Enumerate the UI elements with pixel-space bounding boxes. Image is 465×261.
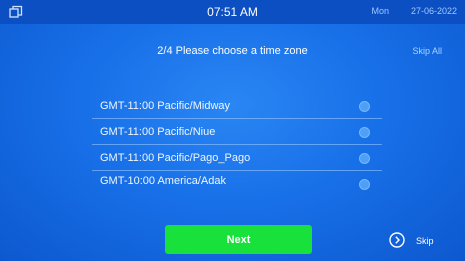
skip-button[interactable]: Skip [416, 236, 434, 246]
timezone-list[interactable]: GMT-11:00 Pacific/Midway GMT-11:00 Pacif… [92, 93, 382, 195]
list-item[interactable]: GMT-11:00 Pacific/Niue [92, 119, 382, 145]
radio-button[interactable] [359, 153, 370, 164]
setup-screen: 07:51 AM Mon 27-06-2022 2/4 Please choos… [0, 0, 465, 261]
timezone-label: GMT-11:00 Pacific/Niue [100, 126, 216, 138]
radio-button[interactable] [359, 127, 370, 138]
status-day: Mon [371, 6, 389, 16]
status-bar: 07:51 AM Mon 27-06-2022 [0, 0, 465, 24]
status-time: 07:51 AM [207, 5, 258, 19]
status-date: 27-06-2022 [410, 6, 457, 16]
list-item[interactable]: GMT-10:00 America/Adak [92, 171, 382, 195]
skip-all-button[interactable]: Skip All [412, 46, 442, 56]
timezone-label: GMT-11:00 Pacific/Midway [100, 100, 231, 112]
page-title: 2/4 Please choose a time zone [157, 45, 308, 57]
timezone-label: GMT-10:00 America/Adak [100, 175, 226, 187]
list-item[interactable]: GMT-11:00 Pacific/Midway [92, 93, 382, 119]
list-item[interactable]: GMT-11:00 Pacific/Pago_Pago [92, 145, 382, 171]
chevron-right-circle-icon[interactable] [389, 232, 405, 248]
timezone-label: GMT-11:00 Pacific/Pago_Pago [100, 152, 251, 164]
radio-button[interactable] [359, 179, 370, 190]
next-button[interactable]: Next [165, 225, 312, 254]
radio-button[interactable] [359, 101, 370, 112]
